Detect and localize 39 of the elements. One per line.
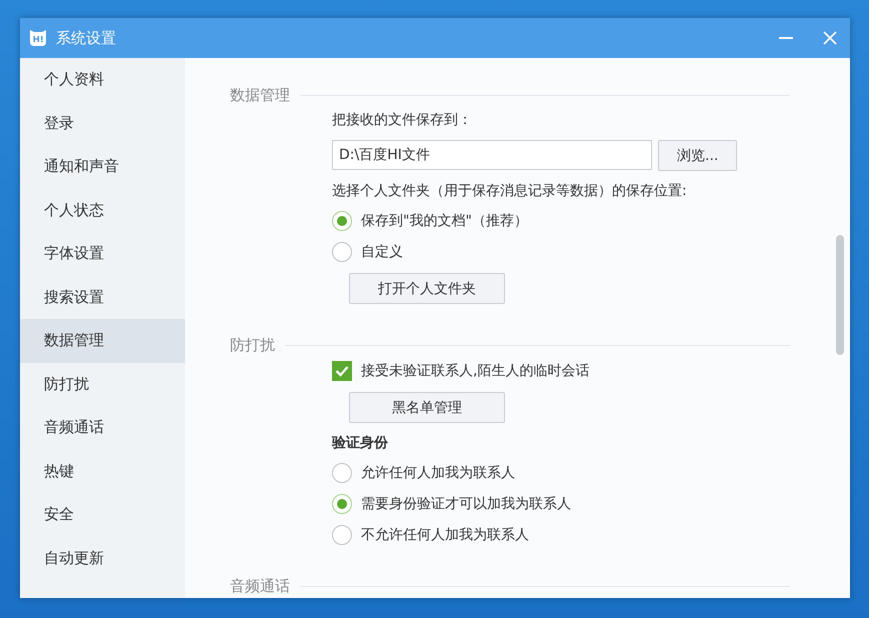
section-title: 防打扰 (230, 336, 275, 355)
radio-label: 允许任何人加我为联系人 (361, 464, 515, 482)
checkbox-label: 接受未验证联系人,陌生人的临时会话 (361, 362, 590, 380)
field-label: 把接收的文件保存到： (332, 111, 473, 129)
sidebar-item[interactable]: 登录 (20, 102, 185, 145)
field-label: 选择个人文件夹（用于保存消息记录等数据）的保存位置: (332, 182, 688, 200)
folder-path-field[interactable]: D:\百度HI文件 (332, 140, 652, 170)
sidebar-item[interactable]: 通知和声音 (20, 145, 185, 188)
close-icon (823, 31, 837, 45)
radio-button[interactable] (332, 463, 352, 483)
checkbox[interactable] (332, 361, 352, 381)
sidebar-item[interactable]: 搜索设置 (20, 276, 185, 319)
sidebar-item[interactable]: 数据管理 (20, 319, 185, 362)
radio-label: 自定义 (361, 243, 403, 261)
sidebar-item[interactable]: 个人资料 (20, 58, 185, 102)
subheading: 验证身份 (332, 434, 389, 452)
radio-button[interactable] (332, 525, 352, 545)
window-title: 系统设置 (56, 28, 117, 48)
sidebar-item[interactable]: 字体设置 (20, 232, 185, 276)
sidebar-item[interactable]: 个人状态 (20, 188, 185, 232)
radio-button[interactable] (332, 211, 352, 231)
radio-label: 保存到"我的文档"（推荐） (361, 212, 528, 230)
action-button[interactable]: 打开个人文件夹 (349, 273, 505, 304)
sidebar-item[interactable]: 自动更新 (20, 536, 185, 580)
radio-label: 不允许任何人加我为联系人 (361, 526, 529, 544)
checkmark-icon (335, 365, 349, 377)
section-title: 音频通话 (230, 577, 290, 596)
sidebar-item[interactable]: 安全 (20, 493, 185, 536)
bear-logo-icon (28, 29, 48, 47)
radio-label: 需要身份验证才可以加我为联系人 (361, 495, 571, 513)
sidebar-item[interactable]: 音频通话 (20, 406, 185, 450)
sidebar-item[interactable]: 热键 (20, 450, 185, 493)
sidebar-item[interactable]: 防打扰 (20, 362, 185, 406)
browse-button[interactable]: 浏览... (658, 140, 738, 171)
scrollbar-thumb[interactable] (836, 235, 844, 355)
action-button[interactable]: 黑名单管理 (349, 392, 505, 423)
section-title: 数据管理 (230, 86, 290, 105)
radio-button[interactable] (332, 494, 352, 514)
radio-button[interactable] (332, 242, 352, 262)
